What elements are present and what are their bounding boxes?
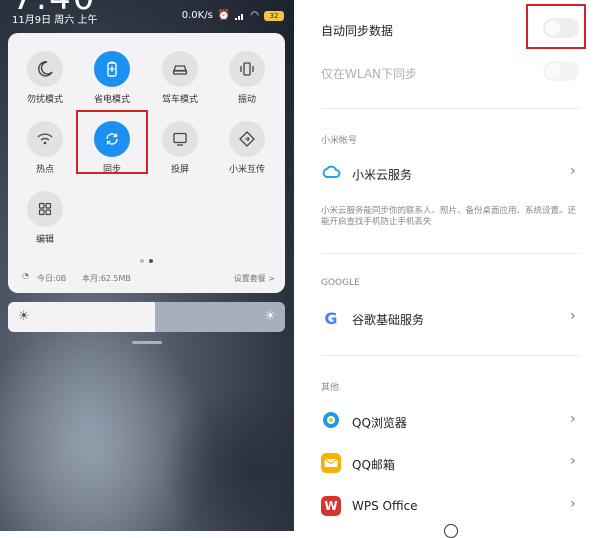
highlight-box-sync — [76, 110, 148, 174]
data-usage-footer: ◔ 今日:0B 本月:62.5MB 设置套餐 > — [8, 271, 285, 287]
status-date: 11月9日 周六 上午 — [12, 15, 98, 26]
tile-label: 热点 — [35, 165, 54, 175]
mi-cloud-label: 小米云服务 — [352, 168, 413, 182]
brightness-high-icon: ☀ — [264, 309, 276, 324]
divider — [321, 355, 581, 356]
tile-label: 小米互传 — [228, 165, 265, 175]
chevron-right-icon[interactable]: › — [570, 453, 576, 469]
data-month: 本月:62.5MB — [82, 274, 131, 283]
brightness-slider[interactable]: ☀ ☀ — [8, 302, 285, 332]
wifi-hotspot-icon — [27, 121, 63, 157]
wlan-only-label: 仅在WLAN下同步 — [321, 67, 418, 81]
page-indicator — [140, 259, 153, 263]
battery-saver-icon — [94, 51, 130, 87]
divider — [321, 253, 581, 254]
battery-icon: 32 — [264, 10, 284, 21]
mi-cloud-description: 小米云服务能同步你的联系人、照片、备份桌面应用、系统设置。还能开启查找手机防止手… — [321, 206, 577, 227]
grid-edit-icon — [27, 191, 63, 227]
tile-hotspot[interactable]: 热点 — [13, 121, 77, 175]
tile-mi-share[interactable]: 小米互传 — [215, 121, 279, 175]
qq-mail-icon — [321, 453, 341, 473]
tile-battery-saver[interactable]: 省电模式 — [80, 51, 144, 105]
highlight-box-toggle — [526, 4, 586, 49]
qq-mail-label: QQ邮箱 — [352, 458, 395, 472]
chevron-right-icon[interactable]: › — [570, 496, 576, 512]
qq-browser-icon — [321, 410, 341, 430]
mi-cloud-icon — [321, 163, 341, 183]
section-mi-account: 小米帐号 — [321, 136, 358, 146]
wifi-icon: ◠ — [250, 10, 259, 21]
mi-share-icon — [229, 121, 265, 157]
sync-settings-screen: 自动同步数据 仅在WLAN下同步 小米帐号 小米云服务 › 小米云服务能同步你的… — [294, 0, 604, 538]
tile-label: 投屏 — [170, 165, 189, 175]
tile-label: 省电模式 — [93, 95, 130, 105]
moon-icon — [27, 51, 63, 87]
brightness-fill — [8, 302, 155, 332]
section-google: GOOGLE — [321, 278, 360, 288]
tile-screen-cast[interactable]: 投屏 — [148, 121, 212, 175]
tile-vibrate[interactable]: 振动 — [215, 51, 279, 105]
data-today: 今日:0B — [37, 274, 67, 283]
divider — [321, 108, 581, 109]
tile-label: 驾车模式 — [161, 95, 198, 105]
status-bar: 11月9日 周六 上午 0.0K/s ⏰ ◠ 32 — [0, 8, 294, 28]
chevron-right-icon[interactable]: › — [570, 308, 576, 324]
wps-office-icon: W — [321, 496, 341, 516]
chevron-right-icon[interactable]: › — [570, 163, 576, 179]
panel-drag-handle[interactable] — [132, 341, 162, 344]
car-icon — [162, 51, 198, 87]
brightness-low-icon: ☀ — [18, 309, 30, 324]
alarm-icon: ⏰ — [217, 10, 231, 21]
signal-icon — [235, 13, 244, 20]
qq-browser-label: QQ浏览器 — [352, 416, 407, 430]
data-plan-settings-link[interactable]: 设置套餐 > — [234, 273, 275, 284]
google-services-label: 谷歌基础服务 — [352, 313, 425, 327]
tile-label: 勿扰模式 — [26, 95, 63, 105]
tile-label: 振动 — [237, 95, 256, 105]
status-icons: 0.0K/s ⏰ ◠ 32 — [182, 10, 284, 21]
tile-label: 编辑 — [35, 235, 54, 245]
auto-sync-label: 自动同步数据 — [321, 24, 394, 38]
screen-cast-icon — [162, 121, 198, 157]
tile-edit[interactable]: 编辑 — [13, 191, 77, 245]
wps-office-label: WPS Office — [352, 499, 418, 513]
chevron-right-icon[interactable]: › — [570, 411, 576, 427]
google-icon: G — [324, 308, 338, 328]
section-other: 其他 — [321, 383, 340, 393]
tile-driving-mode[interactable]: 驾车模式 — [148, 51, 212, 105]
control-center-screen: 7:40 11月9日 周六 上午 0.0K/s ⏰ ◠ 32 勿扰模式 省电模式 — [0, 0, 294, 531]
wlan-only-toggle[interactable] — [543, 61, 579, 81]
home-indicator[interactable] — [444, 524, 458, 538]
tile-do-not-disturb[interactable]: 勿扰模式 — [13, 51, 77, 105]
vibrate-icon — [229, 51, 265, 87]
data-usage-icon: ◔ — [22, 271, 29, 280]
network-speed: 0.0K/s — [181, 10, 213, 21]
